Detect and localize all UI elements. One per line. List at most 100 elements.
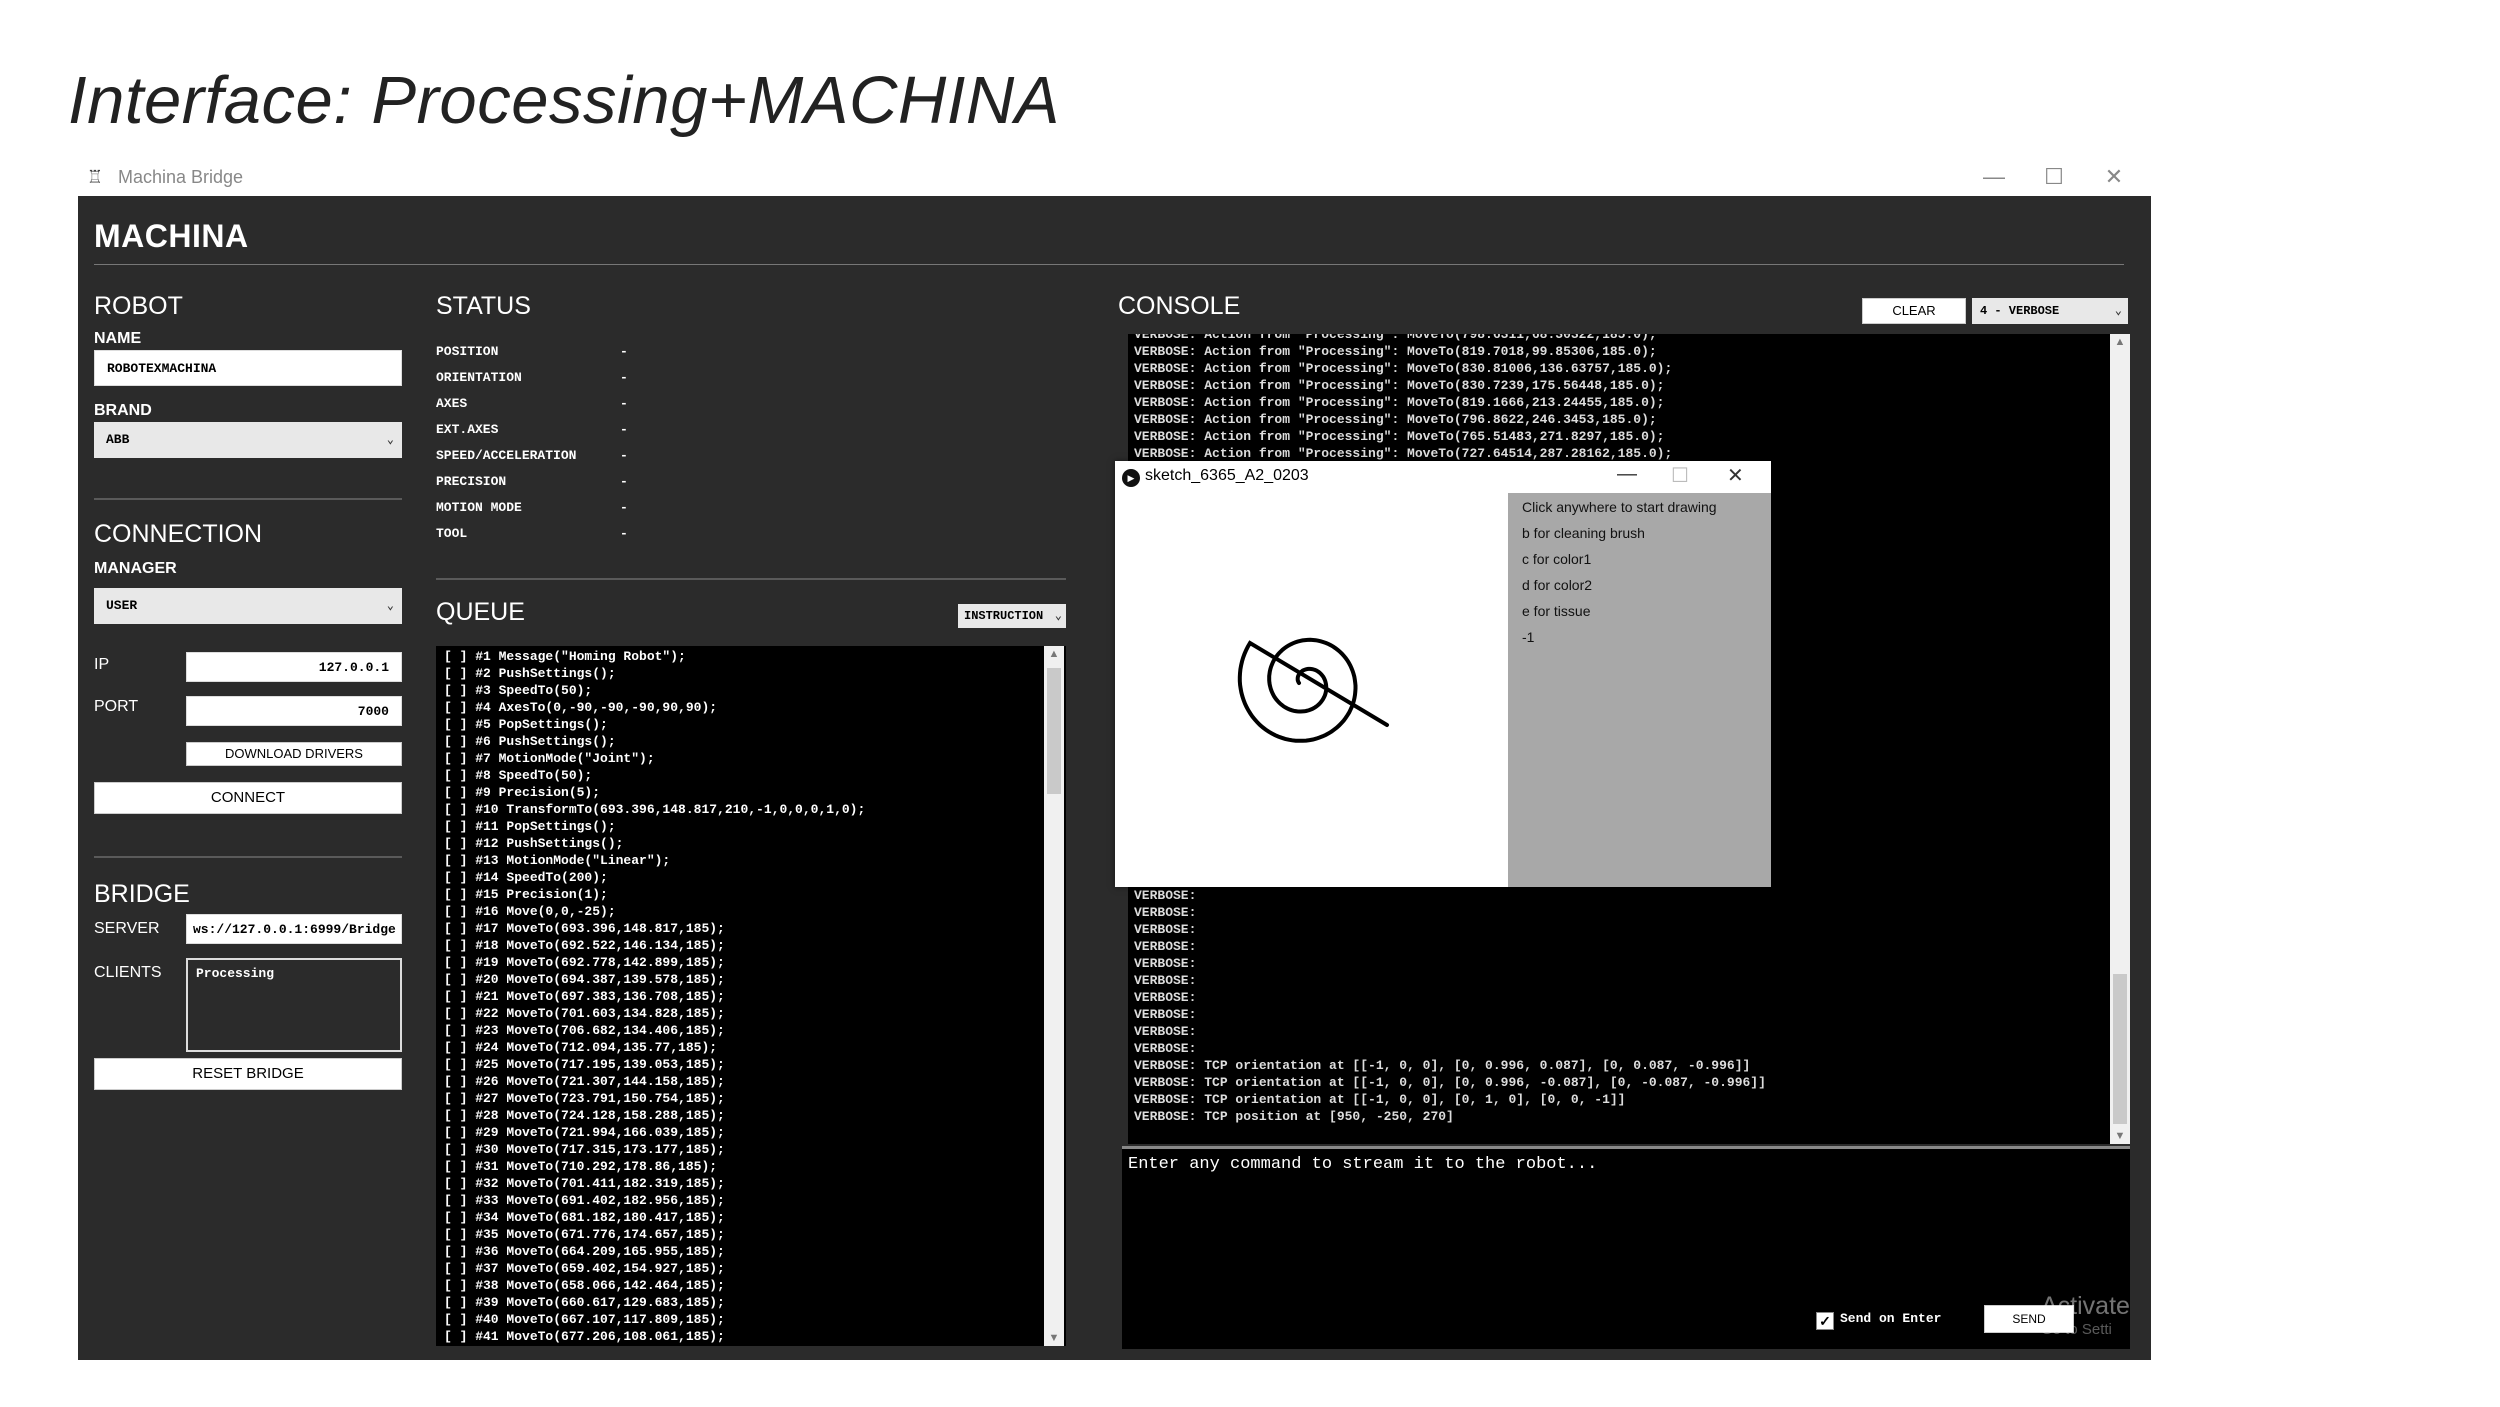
ip-label: IP <box>94 656 110 673</box>
port-input[interactable]: 7000 <box>186 696 402 726</box>
queue-item: [ ] #22 MoveTo(701.603,134.828,185); <box>444 1006 725 1021</box>
queue-item: [ ] #12 PushSettings(); <box>444 836 624 851</box>
ip-input[interactable]: 127.0.0.1 <box>186 652 402 682</box>
console-line: VERBOSE: Action from "Processing": MoveT… <box>1134 429 1665 444</box>
maximize-button[interactable]: ☐ <box>2035 162 2073 192</box>
console-line: VERBOSE: <box>1134 1041 1197 1056</box>
help-line: Click anywhere to start drawing <box>1522 499 1717 515</box>
queue-item: [ ] #27 MoveTo(723.791,150.754,185); <box>444 1091 725 1106</box>
robot-brand-select[interactable]: ABB ⌄ <box>94 422 402 458</box>
console-line: VERBOSE: TCP orientation at [[-1, 0, 0],… <box>1134 1058 1751 1073</box>
queue-item: [ ] #35 MoveTo(671.776,174.657,185); <box>444 1227 725 1242</box>
send-on-enter-label: Send on Enter <box>1840 1311 1942 1326</box>
queue-item: [ ] #1 Message("Homing Robot"); <box>444 649 686 664</box>
window-titlebar: ♖ Machina Bridge — ☐ ✕ <box>78 158 2151 196</box>
queue-item: [ ] #24 MoveTo(712.094,135.77,185); <box>444 1040 718 1055</box>
clients-list: Processing <box>186 958 402 1052</box>
spiral-drawing <box>1237 637 1389 743</box>
queue-item: [ ] #13 MotionMode("Linear"); <box>444 853 671 868</box>
queue-item: [ ] #33 MoveTo(691.402,182.956,185); <box>444 1193 725 1208</box>
close-button[interactable]: ✕ <box>2095 162 2133 192</box>
queue-item: [ ] #41 MoveTo(677.206,108.061,185); <box>444 1329 725 1344</box>
console-line: VERBOSE: TCP orientation at [[-1, 0, 0],… <box>1134 1075 1766 1090</box>
status-table: POSITION - ORIENTATION - AXES - EXT.AXES - S… <box>436 344 736 564</box>
status-value: - <box>620 500 628 515</box>
queue-item: [ ] #16 Move(0,0,-25); <box>444 904 616 919</box>
console-line: VERBOSE: TCP position at [950, -250, 270… <box>1134 1109 1454 1124</box>
queue-item: [ ] #37 MoveTo(659.402,154.927,185); <box>444 1261 725 1276</box>
console-line: VERBOSE: Action from "Processing": MoveT… <box>1134 412 1657 427</box>
chevron-down-icon: ⌄ <box>386 433 394 447</box>
console-line: VERBOSE: <box>1134 973 1197 988</box>
status-key: ORIENTATION <box>436 370 522 385</box>
robot-brand-value: ABB <box>106 432 130 447</box>
scroll-up-icon[interactable]: ▲ <box>1044 648 1064 660</box>
queue-list: [ ] #1 Message("Homing Robot"); [ ] #2 Pu… <box>444 648 1044 1346</box>
divider <box>94 856 402 858</box>
scroll-down-icon[interactable]: ▼ <box>1044 1332 1064 1344</box>
drawing-canvas[interactable] <box>1115 493 1508 887</box>
sketch-window[interactable]: ▶ sketch_6365_A2_0203 — ☐ ✕ Click anywhe… <box>1115 461 1771 887</box>
command-input[interactable]: Enter any command to stream it to the ro… <box>1122 1146 2130 1349</box>
sketch-titlebar[interactable]: ▶ sketch_6365_A2_0203 — ☐ ✕ <box>1115 461 1771 493</box>
manager-label: MANAGER <box>94 560 177 577</box>
queue-item: [ ] #20 MoveTo(694.387,139.578,185); <box>444 972 725 987</box>
console-line: VERBOSE: Action from "Processing": MoveT… <box>1134 446 1673 461</box>
queue-item: [ ] #34 MoveTo(681.182,180.417,185); <box>444 1210 725 1225</box>
queue-item: [ ] #18 MoveTo(692.522,146.134,185); <box>444 938 725 953</box>
scroll-thumb[interactable] <box>2113 974 2127 1124</box>
status-key: EXT.AXES <box>436 422 499 437</box>
queue-item: [ ] #2 PushSettings(); <box>444 666 616 681</box>
status-value: - <box>620 526 628 541</box>
verbosity-select[interactable]: 4 - VERBOSE ⌄ <box>1972 298 2128 324</box>
minimize-button[interactable]: — <box>1617 463 1637 486</box>
connect-button[interactable]: CONNECT <box>94 782 402 814</box>
divider <box>94 498 402 500</box>
slide-title: Interface: Processing+MACHINA <box>68 63 1060 138</box>
port-label: PORT <box>94 698 139 715</box>
queue-item: [ ] #26 MoveTo(721.307,144.158,185); <box>444 1074 725 1089</box>
status-heading: STATUS <box>436 292 531 320</box>
queue-item: [ ] #3 SpeedTo(50); <box>444 683 593 698</box>
queue-item: [ ] #19 MoveTo(692.778,142.899,185); <box>444 955 725 970</box>
queue-mode-select[interactable]: INSTRUCTION ⌄ <box>958 604 1066 628</box>
queue-mode-value: INSTRUCTION <box>964 609 1044 623</box>
download-drivers-button[interactable]: DOWNLOAD DRIVERS <box>186 742 402 766</box>
queue-item: [ ] #36 MoveTo(664.209,165.955,185); <box>444 1244 725 1259</box>
queue-item: [ ] #28 MoveTo(724.128,158.288,185); <box>444 1108 725 1123</box>
app-brand: MACHINA <box>94 218 249 254</box>
console-line: VERBOSE: Action from "Processing": MoveT… <box>1134 361 1673 376</box>
console-heading: CONSOLE <box>1118 292 1241 320</box>
status-key: SPEED/ACCELERATION <box>436 448 577 463</box>
status-value: - <box>620 422 628 437</box>
status-value: - <box>620 448 628 463</box>
queue-item: [ ] #39 MoveTo(660.617,129.683,185); <box>444 1295 725 1310</box>
header-divider <box>94 264 2124 265</box>
server-input[interactable]: ws://127.0.0.1:6999/Bridge <box>186 914 402 944</box>
console-line: VERBOSE: <box>1134 1024 1197 1039</box>
robot-heading: ROBOT <box>94 292 183 320</box>
queue-scrollbar[interactable]: ▲ ▼ <box>1044 646 1064 1346</box>
minimize-button[interactable]: — <box>1975 162 2013 192</box>
activation-watermark-sub: Go to Setti <box>2041 1321 2112 1338</box>
send-on-enter-checkbox[interactable]: ✓ <box>1816 1312 1834 1330</box>
scroll-up-icon[interactable]: ▲ <box>2110 336 2130 348</box>
console-line: VERBOSE: <box>1134 905 1197 920</box>
maximize-button[interactable]: ☐ <box>1671 463 1689 488</box>
status-key: TOOL <box>436 526 468 541</box>
queue-item: [ ] #7 MotionMode("Joint"); <box>444 751 655 766</box>
robot-name-input[interactable]: ROBOTEXMACHINA <box>94 350 402 386</box>
clear-button[interactable]: CLEAR <box>1862 298 1966 324</box>
queue-item: [ ] #32 MoveTo(701.411,182.319,185); <box>444 1176 725 1191</box>
queue-item: [ ] #38 MoveTo(658.066,142.464,185); <box>444 1278 725 1293</box>
console-scrollbar[interactable]: ▲ ▼ <box>2110 334 2130 1144</box>
help-line: e for tissue <box>1522 603 1591 619</box>
manager-select[interactable]: USER ⌄ <box>94 588 402 624</box>
help-line: d for color2 <box>1522 577 1593 593</box>
activation-watermark: Activate <box>2041 1292 2130 1320</box>
status-value: - <box>620 396 628 411</box>
scroll-down-icon[interactable]: ▼ <box>2110 1130 2130 1142</box>
reset-bridge-button[interactable]: RESET BRIDGE <box>94 1058 402 1090</box>
scroll-thumb[interactable] <box>1047 668 1061 794</box>
close-button[interactable]: ✕ <box>1727 463 1744 488</box>
